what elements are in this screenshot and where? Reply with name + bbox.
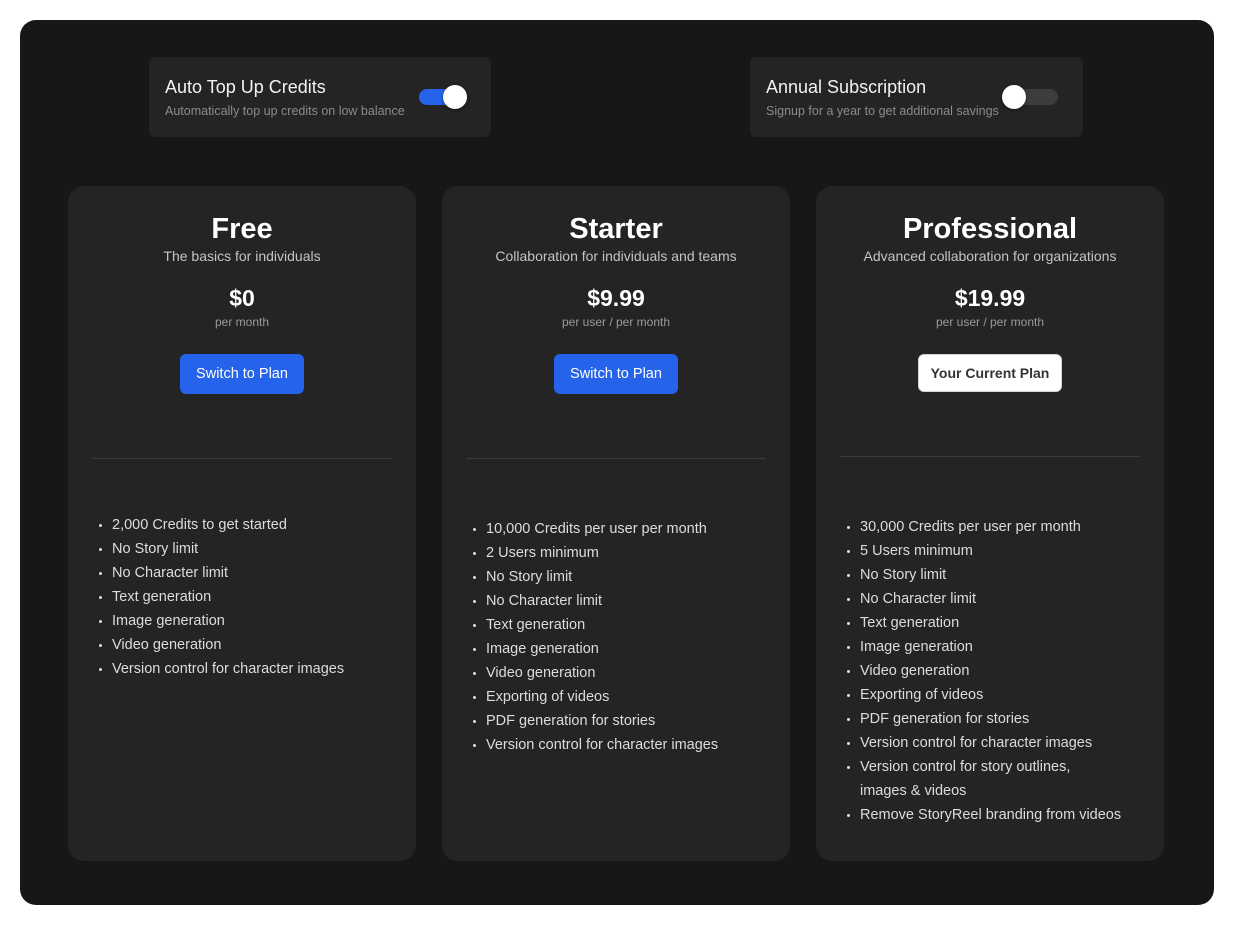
feature-item: No Story limit	[486, 565, 770, 589]
pricing-panel: Auto Top Up Credits Automatically top up…	[20, 20, 1214, 905]
feature-item: No Character limit	[112, 561, 396, 585]
plan-price: $9.99	[587, 285, 645, 311]
plan-period: per user / per month	[561, 315, 671, 329]
feature-item: Text generation	[112, 585, 396, 609]
plan-name: Starter	[569, 213, 663, 245]
feature-item: Version control for character images	[112, 657, 396, 681]
switch-to-free-plan-button[interactable]: Switch to Plan	[180, 354, 304, 394]
auto-top-up-toggle[interactable]	[419, 85, 467, 109]
plan-tagline: The basics for individuals	[163, 248, 321, 264]
feature-item: 2,000 Credits to get started	[112, 513, 396, 537]
toggle-knob	[443, 85, 467, 109]
feature-list: 10,000 Credits per user per month 2 User…	[486, 517, 770, 757]
plan-period: per user / per month	[935, 315, 1045, 329]
current-plan-button[interactable]: Your Current Plan	[918, 354, 1062, 392]
plan-card-starter: Starter Collaboration for individuals an…	[442, 186, 790, 861]
feature-item: PDF generation for stories	[860, 707, 1104, 731]
feature-item: Version control for character images	[860, 731, 1104, 755]
feature-item: Version control for story outlines, imag…	[860, 755, 1104, 803]
plan-name: Professional	[902, 213, 1078, 245]
feature-item: Version control for character images	[486, 733, 770, 757]
auto-top-up-card: Auto Top Up Credits Automatically top up…	[149, 57, 491, 137]
feature-item: 2 Users minimum	[486, 541, 770, 565]
feature-item: Image generation	[486, 637, 770, 661]
feature-item: No Story limit	[860, 563, 1104, 587]
plan-price: $19.99	[954, 285, 1026, 311]
feature-item: 5 Users minimum	[860, 539, 1104, 563]
switch-to-starter-plan-button[interactable]: Switch to Plan	[554, 354, 678, 394]
toggle-knob	[1002, 85, 1026, 109]
plan-tagline: Advanced collaboration for organizations	[863, 248, 1117, 264]
plan-name: Free	[211, 213, 273, 245]
feature-list: 2,000 Credits to get started No Story li…	[112, 513, 396, 681]
auto-top-up-description: Automatically top up credits on low bala…	[165, 104, 405, 118]
feature-item: Video generation	[860, 659, 1104, 683]
feature-list: 30,000 Credits per user per month 5 User…	[860, 515, 1121, 827]
annual-subscription-toggle[interactable]	[1002, 85, 1058, 109]
divider	[840, 456, 1140, 457]
feature-item: Exporting of videos	[486, 685, 770, 709]
plan-card-professional: Professional Advanced collaboration for …	[816, 186, 1164, 861]
feature-item: Remove StoryReel branding from videos	[860, 803, 1121, 827]
feature-item: Video generation	[486, 661, 770, 685]
divider	[92, 458, 392, 459]
feature-item: Text generation	[860, 611, 1104, 635]
feature-item: 30,000 Credits per user per month	[860, 515, 1104, 539]
feature-item: 10,000 Credits per user per month	[486, 517, 770, 541]
feature-item: Image generation	[112, 609, 396, 633]
feature-item: No Character limit	[486, 589, 770, 613]
feature-item: Text generation	[486, 613, 770, 637]
plan-price: $0	[229, 285, 255, 311]
feature-item: PDF generation for stories	[486, 709, 770, 733]
feature-item: No Story limit	[112, 537, 396, 561]
divider	[466, 458, 766, 459]
feature-item: Video generation	[112, 633, 396, 657]
feature-item: No Character limit	[860, 587, 1104, 611]
plan-tagline: Collaboration for individuals and teams	[495, 248, 737, 264]
annual-subscription-card: Annual Subscription Signup for a year to…	[750, 57, 1083, 137]
plan-card-free: Free The basics for individuals $0 per m…	[68, 186, 416, 861]
plan-period: per month	[214, 315, 270, 329]
feature-item: Exporting of videos	[860, 683, 1104, 707]
feature-item: Image generation	[860, 635, 1104, 659]
